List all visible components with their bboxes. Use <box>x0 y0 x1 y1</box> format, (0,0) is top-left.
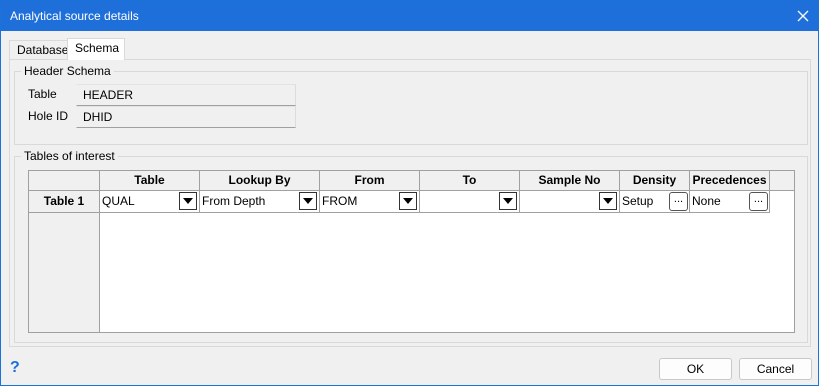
cell-precedences[interactable]: None ... <box>690 191 770 213</box>
table-dropdown-button[interactable] <box>179 192 197 210</box>
column-header-lookup-by: Lookup By <box>200 171 320 191</box>
precedences-ellipsis-button[interactable]: ... <box>749 192 768 211</box>
cell-lookup-by[interactable]: From Depth <box>200 191 320 213</box>
dialog-window: Analytical source details Database Schem… <box>0 0 819 386</box>
table-label: Table <box>28 87 57 101</box>
hole-id-label: Hole ID <box>28 109 69 123</box>
chevron-down-icon <box>183 198 193 204</box>
close-icon <box>797 10 809 22</box>
tables-of-interest-group: Tables of interest Table Lookup By From … <box>14 149 808 343</box>
cell-lookup-by-value: From Depth <box>202 194 266 208</box>
tables-of-interest-label: Tables of interest <box>21 149 118 163</box>
chevron-down-icon <box>503 198 513 204</box>
chevron-down-icon <box>603 198 613 204</box>
cell-from[interactable]: FROM <box>320 191 420 213</box>
column-header-table: Table <box>100 171 200 191</box>
cancel-button[interactable]: Cancel <box>739 358 812 380</box>
ok-button[interactable]: OK <box>659 358 732 380</box>
column-header-precedences: Precedences <box>690 171 770 191</box>
cell-sample-no[interactable] <box>520 191 620 213</box>
to-dropdown-button[interactable] <box>499 192 517 210</box>
schema-panel: Header Schema Table HEADER Hole ID DHID … <box>9 59 811 347</box>
cell-table[interactable]: QUAL <box>100 191 200 213</box>
help-icon[interactable]: ? <box>10 359 20 377</box>
window-title: Analytical source details <box>10 9 139 23</box>
close-button[interactable] <box>788 1 818 31</box>
tab-database[interactable]: Database <box>9 40 68 60</box>
cell-to[interactable] <box>420 191 520 213</box>
title-bar: Analytical source details <box>1 1 818 31</box>
tables-grid: Table Lookup By From To Sample No Densit… <box>28 170 795 333</box>
lookup-by-dropdown-button[interactable] <box>299 192 317 210</box>
column-header-from: From <box>320 171 420 191</box>
column-header-density: Density <box>620 171 690 191</box>
cell-density[interactable]: Setup ... <box>620 191 690 213</box>
hole-id-field[interactable]: DHID <box>76 106 296 128</box>
cell-table-value: QUAL <box>102 194 135 208</box>
row-header-table-1[interactable]: Table 1 <box>29 191 100 213</box>
tab-schema[interactable]: Schema <box>67 38 125 60</box>
table-field[interactable]: HEADER <box>76 84 296 106</box>
from-dropdown-button[interactable] <box>399 192 417 210</box>
chevron-down-icon <box>303 198 313 204</box>
chevron-down-icon <box>403 198 413 204</box>
cell-density-value: Setup <box>622 194 654 208</box>
cell-precedences-value: None <box>692 194 721 208</box>
density-ellipsis-button[interactable]: ... <box>669 192 688 211</box>
grid-header-row: Table Lookup By From To Sample No Densit… <box>29 171 794 191</box>
column-header-to: To <box>420 171 520 191</box>
cell-from-value: FROM <box>322 194 358 208</box>
header-schema-group: Header Schema Table HEADER Hole ID DHID <box>14 64 808 145</box>
header-schema-label: Header Schema <box>21 64 114 78</box>
grid-corner-cell <box>29 171 100 191</box>
sample-no-dropdown-button[interactable] <box>599 192 617 210</box>
column-header-sample-no: Sample No <box>520 171 620 191</box>
